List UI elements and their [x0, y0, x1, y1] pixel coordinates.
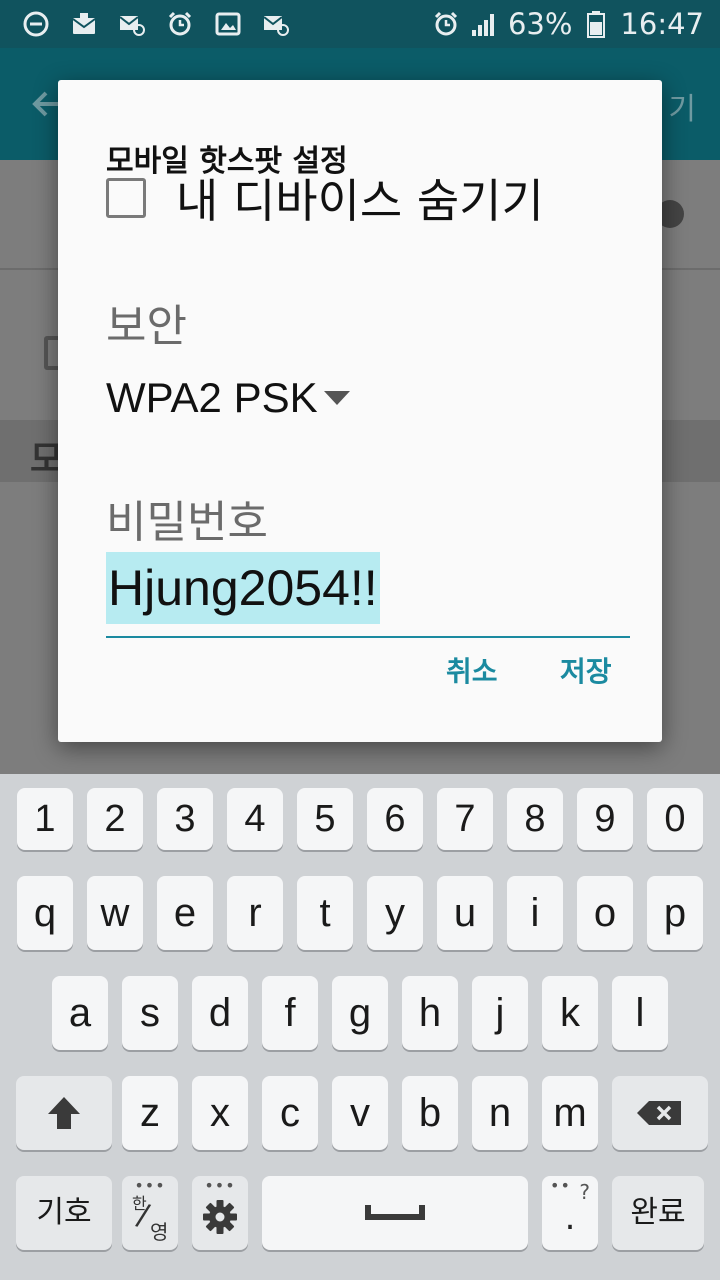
shift-key[interactable] [16, 1076, 112, 1150]
key-l[interactable]: l [612, 976, 668, 1050]
alarm-icon [166, 10, 194, 38]
on-screen-keyboard: 1 2 3 4 5 6 7 8 9 0 q w e r t y u i o p … [0, 774, 720, 1280]
alarm-icon [432, 10, 460, 38]
keyboard-settings-key[interactable]: ••• [192, 1176, 248, 1250]
security-value: WPA2 PSK [106, 374, 318, 421]
key-i[interactable]: i [507, 876, 563, 950]
period-label: . [564, 1198, 576, 1238]
password-value: Hjung2054!! [106, 552, 380, 624]
key-6[interactable]: 6 [367, 788, 423, 850]
key-w[interactable]: w [87, 876, 143, 950]
key-j[interactable]: j [472, 976, 528, 1050]
email-icon [118, 10, 146, 38]
backspace-icon [637, 1101, 681, 1125]
email-icon [262, 10, 290, 38]
mail-icon [70, 10, 98, 38]
notification-icons [22, 8, 290, 40]
gear-icon [203, 1200, 237, 1235]
key-u[interactable]: u [437, 876, 493, 950]
cancel-button[interactable]: 취소 [446, 652, 498, 692]
key-t[interactable]: t [297, 876, 353, 950]
shift-arrow-icon [48, 1097, 80, 1129]
space-bar-icon [365, 1205, 425, 1220]
symbols-key[interactable]: 기호 [16, 1176, 112, 1250]
key-0[interactable]: 0 [647, 788, 703, 850]
hide-device-option[interactable]: 내 디바이스 숨기기 [106, 172, 544, 228]
do-not-disturb-icon [22, 10, 50, 38]
image-icon [214, 10, 242, 38]
key-h[interactable]: h [402, 976, 458, 1050]
key-5[interactable]: 5 [297, 788, 353, 850]
password-input[interactable]: Hjung2054!! [106, 552, 630, 638]
system-status: 63% 16:47 [432, 7, 704, 41]
key-4[interactable]: 4 [227, 788, 283, 850]
key-c[interactable]: c [262, 1076, 318, 1150]
key-f[interactable]: f [262, 976, 318, 1050]
key-9[interactable]: 9 [577, 788, 633, 850]
key-z[interactable]: z [122, 1076, 178, 1150]
key-2[interactable]: 2 [87, 788, 143, 850]
key-n[interactable]: n [472, 1076, 528, 1150]
key-b[interactable]: b [402, 1076, 458, 1150]
security-label: 보안 [106, 301, 187, 352]
key-x[interactable]: x [192, 1076, 248, 1150]
key-g[interactable]: g [332, 976, 388, 1050]
security-dropdown[interactable]: WPA2 PSK [106, 372, 350, 424]
hide-device-label: 내 디바이스 숨기기 [176, 174, 544, 228]
key-3[interactable]: 3 [157, 788, 213, 850]
battery-percent: 63% [507, 7, 573, 41]
language-switch-key[interactable]: ••• 한 / 영 [122, 1176, 178, 1250]
key-d[interactable]: d [192, 976, 248, 1050]
key-s[interactable]: s [122, 976, 178, 1050]
app-bar-action[interactable]: 기 [668, 84, 696, 128]
key-a[interactable]: a [52, 976, 108, 1050]
save-button[interactable]: 저장 [560, 652, 612, 692]
key-1[interactable]: 1 [17, 788, 73, 850]
dropdown-caret-icon [323, 391, 350, 405]
more-dots-icon: ••• [204, 1176, 236, 1195]
key-v[interactable]: v [332, 1076, 388, 1150]
signal-icon [470, 10, 498, 38]
lang-english-label: 영 [150, 1220, 169, 1244]
password-label: 비밀번호 [106, 497, 268, 548]
key-q[interactable]: q [17, 876, 73, 950]
key-m[interactable]: m [542, 1076, 598, 1150]
space-key[interactable] [262, 1176, 528, 1250]
key-r[interactable]: r [227, 876, 283, 950]
key-y[interactable]: y [367, 876, 423, 950]
key-o[interactable]: o [577, 876, 633, 950]
hotspot-settings-dialog: 모바일 핫스팟 설정 내 디바이스 숨기기 보안 WPA2 PSK 비밀번호 H… [58, 80, 662, 742]
more-dots-icon: ••• [134, 1176, 166, 1195]
clock: 16:47 [620, 7, 704, 41]
key-e[interactable]: e [157, 876, 213, 950]
key-8[interactable]: 8 [507, 788, 563, 850]
done-key[interactable]: 완료 [612, 1176, 704, 1250]
status-bar: 63% 16:47 [0, 0, 720, 48]
battery-icon [582, 10, 610, 38]
key-k[interactable]: k [542, 976, 598, 1050]
key-7[interactable]: 7 [437, 788, 493, 850]
key-p[interactable]: p [647, 876, 703, 950]
backspace-key[interactable] [612, 1076, 708, 1150]
hide-device-checkbox[interactable] [106, 178, 146, 218]
punctuation-key[interactable]: •• ? . [542, 1176, 598, 1250]
